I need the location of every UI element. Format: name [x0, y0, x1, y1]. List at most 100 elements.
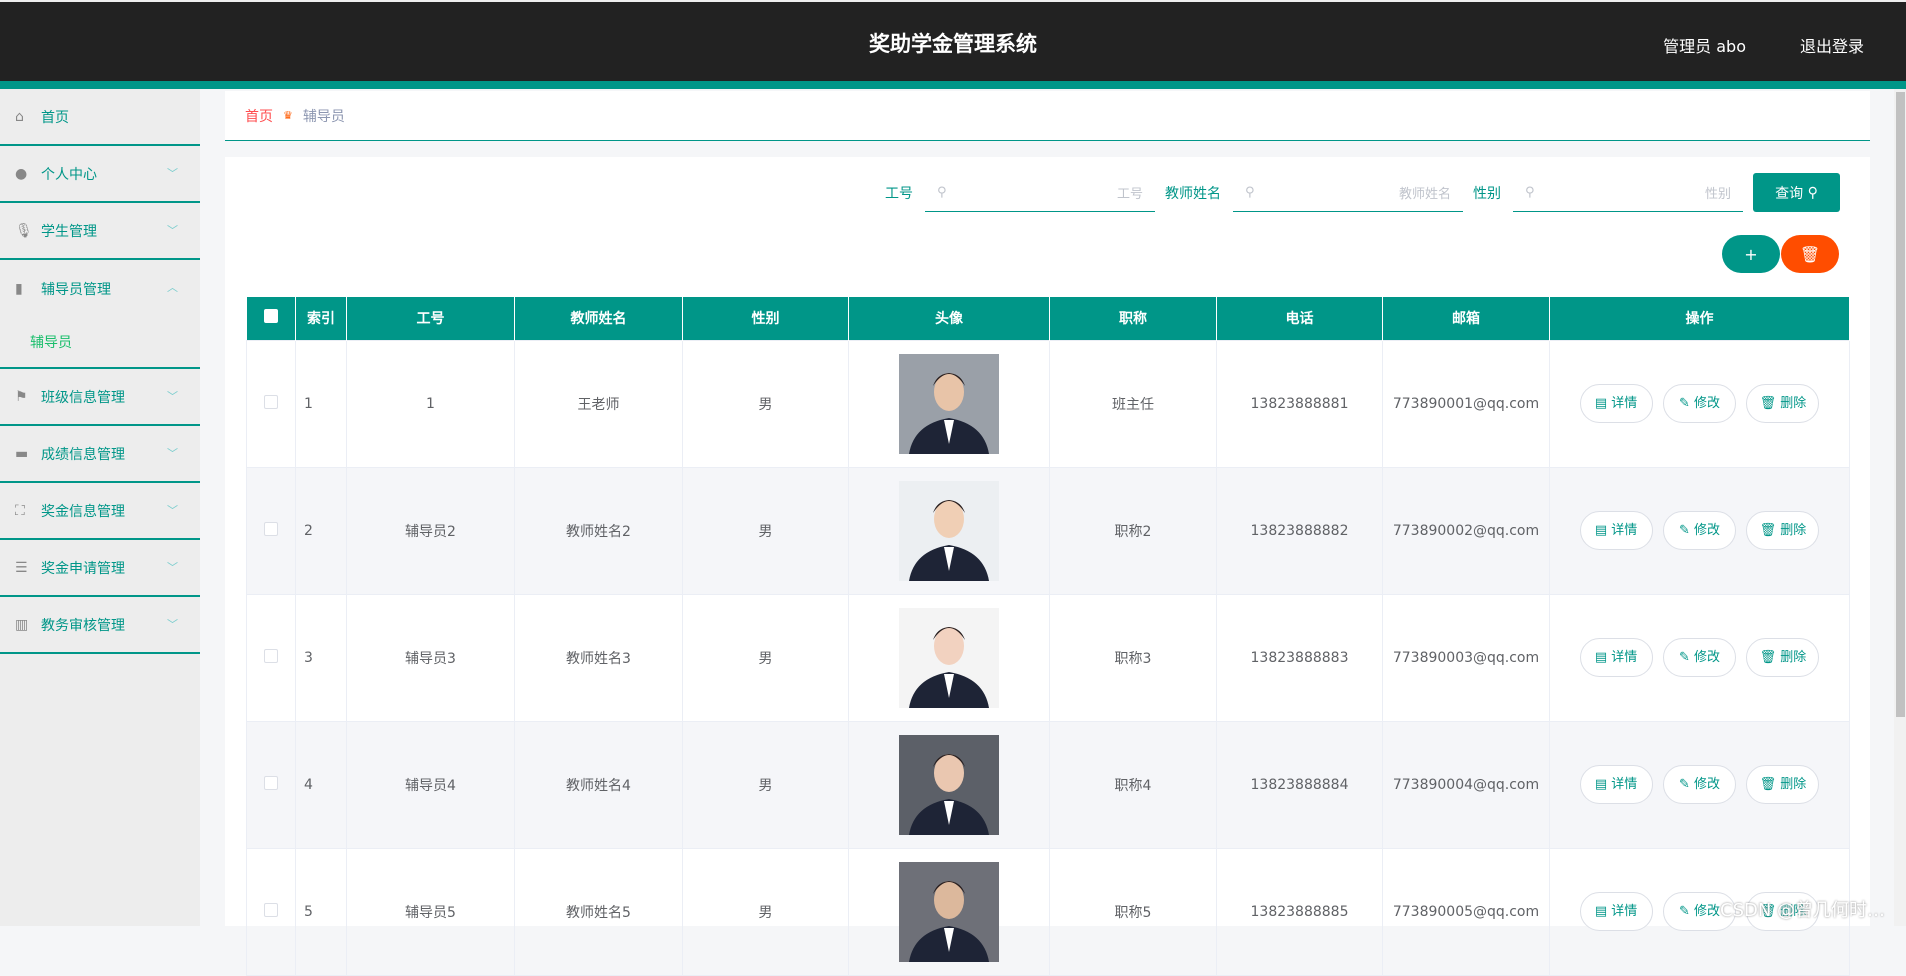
sidebar-item[interactable]: ⚑ 班级信息管理 ﹀ [0, 369, 200, 426]
sidebar-item-label: 成绩信息管理 [41, 446, 125, 463]
teacher-table: 索引 工号 教师姓名 性别 头像 职称 电话 邮箱 操作 1 1 王老师 男 班主任 13823… [246, 297, 1850, 976]
cell-name: 王老师 [514, 339, 683, 468]
row-checkbox[interactable] [246, 593, 296, 722]
top-header: 奖助学金管理系统 管理员 abo 退出登录 [0, 0, 1906, 81]
trash-icon: 🗑 [1759, 650, 1777, 665]
column-header: 头像 [848, 297, 1050, 340]
table-row: 4 辅导员4 教师姓名4 男 职称4 13823888884 773890004… [246, 720, 1850, 849]
avatar [899, 861, 999, 962]
chevron-down-icon: ﹀ [167, 618, 178, 631]
sidebar-item-label: 学生管理 [41, 223, 97, 240]
trash-icon: 🗑 [1759, 523, 1777, 538]
column-header: 教师姓名 [514, 297, 683, 340]
cell-name: 教师姓名4 [514, 720, 683, 849]
name-search-input[interactable]: ⚲ 教师姓名 [1233, 173, 1463, 212]
logout-link[interactable]: 退出登录 [1800, 33, 1864, 57]
cell-email: 773890003@qq.com [1382, 593, 1550, 722]
batch-delete-button[interactable]: 🗑 [1781, 235, 1839, 273]
detail-button[interactable]: ▤ 详情 [1579, 892, 1653, 931]
cell-ops: ▤ 详情 ✎ 修改 🗑 删除 [1549, 720, 1850, 849]
gender-search-input[interactable]: ⚲ 性别 [1513, 173, 1743, 212]
crown-icon: ♛ [283, 109, 293, 122]
sidebar-item[interactable]: ▥ 教务审核管理 ﹀ [0, 597, 200, 654]
delete-button[interactable]: 🗑 删除 [1746, 384, 1820, 423]
cell-name: 教师姓名5 [514, 847, 683, 976]
document-icon: ▤ [1594, 777, 1608, 792]
detail-button[interactable]: ▤ 详情 [1579, 384, 1653, 423]
column-header: 索引 [295, 297, 347, 340]
select-all-checkbox[interactable] [246, 297, 296, 340]
cell-phone: 13823888885 [1216, 847, 1383, 976]
chevron-down-icon: ﹀ [167, 504, 178, 517]
detail-button[interactable]: ▤ 详情 [1579, 638, 1653, 677]
detail-button[interactable]: ▤ 详情 [1579, 511, 1653, 550]
document-icon: ▤ [1594, 396, 1608, 411]
id-search-input[interactable]: ⚲ 工号 [925, 173, 1155, 212]
sidebar-item-label: 奖金申请管理 [41, 560, 125, 577]
edit-button[interactable]: ✎ 修改 [1663, 384, 1736, 423]
sidebar-item-label: 奖金信息管理 [41, 503, 125, 520]
header-accent-bar [0, 81, 1906, 89]
message-icon: ▬ [15, 445, 29, 462]
frame-icon: ⛶ [15, 502, 25, 519]
table-row: 5 辅导员5 教师姓名5 男 职称5 13823888885 773890005… [246, 847, 1850, 976]
sidebar-item[interactable]: ⛶ 奖金信息管理 ﹀ [0, 483, 200, 540]
add-button[interactable]: + [1722, 235, 1780, 273]
edit-button[interactable]: ✎ 修改 [1663, 765, 1736, 804]
bar-chart-icon: ▮ [15, 280, 23, 297]
query-button[interactable]: 查询 ⚲ [1753, 173, 1840, 212]
document-icon: ▤ [1594, 523, 1608, 538]
detail-button[interactable]: ▤ 详情 [1579, 765, 1653, 804]
row-checkbox[interactable] [246, 720, 296, 849]
app-title: 奖助学金管理系统 [869, 32, 1037, 56]
sidebar-item-label: 辅导员管理 [41, 281, 111, 298]
sidebar-item-label: 首页 [41, 109, 69, 126]
row-checkbox[interactable] [246, 466, 296, 595]
sidebar-item-label: 班级信息管理 [41, 389, 125, 406]
sidebar-item[interactable]: ☰ 奖金申请管理 ﹀ [0, 540, 200, 597]
column-header: 性别 [682, 297, 849, 340]
current-user: 管理员 abo [1663, 37, 1746, 56]
sidebar-item[interactable]: ● 个人中心 ﹀ [0, 146, 200, 203]
chevron-down-icon: ﹀ [167, 447, 178, 460]
cell-gender: 男 [682, 339, 849, 468]
edit-button[interactable]: ✎ 修改 [1663, 638, 1736, 677]
edit-button[interactable]: ✎ 修改 [1663, 511, 1736, 550]
trash-icon: 🗑 [1799, 244, 1821, 264]
cell-index: 5 [295, 847, 347, 976]
cell-email: 773890002@qq.com [1382, 466, 1550, 595]
cell-phone: 13823888882 [1216, 466, 1383, 595]
pencil-icon: ✎ [1678, 904, 1690, 919]
book-icon: ▥ [15, 616, 29, 633]
name-placeholder: 教师姓名 [1398, 186, 1451, 202]
sidebar-item[interactable]: ▮ 辅导员管理 ︿ [0, 260, 200, 317]
cell-avatar [848, 339, 1050, 468]
cell-index: 4 [295, 720, 347, 849]
sidebar-item[interactable]: ⌂ 首页 [0, 89, 200, 146]
row-checkbox[interactable] [246, 339, 296, 468]
cell-title: 职称4 [1049, 720, 1217, 849]
search-icon: ⚲ [1807, 184, 1818, 201]
delete-button[interactable]: 🗑 删除 [1746, 638, 1820, 677]
pencil-icon: ✎ [1678, 650, 1690, 665]
cell-phone: 13823888881 [1216, 339, 1383, 468]
breadcrumb-home[interactable]: 首页 [245, 106, 273, 126]
sidebar-item[interactable]: ▬ 成绩信息管理 ﹀ [0, 426, 200, 483]
chevron-down-icon: ﹀ [167, 224, 178, 237]
column-header: 电话 [1216, 297, 1383, 340]
sidebar-subitem[interactable]: 辅导员 [0, 317, 200, 367]
avatar [899, 734, 999, 835]
sidebar-item[interactable]: 🎙 学生管理 ﹀ [0, 203, 200, 260]
scrollbar-thumb[interactable] [1896, 92, 1905, 717]
delete-button[interactable]: 🗑 删除 [1746, 511, 1820, 550]
cell-avatar [848, 847, 1050, 976]
row-checkbox[interactable] [246, 847, 296, 976]
query-label: 查询 [1775, 185, 1804, 202]
trash-icon: 🗑 [1759, 777, 1777, 792]
cell-id: 辅导员5 [346, 847, 515, 976]
cell-id: 1 [346, 339, 515, 468]
cell-avatar [848, 593, 1050, 722]
user-icon: ● [15, 165, 28, 182]
delete-button[interactable]: 🗑 删除 [1746, 765, 1820, 804]
document-icon: ▤ [1594, 904, 1608, 919]
